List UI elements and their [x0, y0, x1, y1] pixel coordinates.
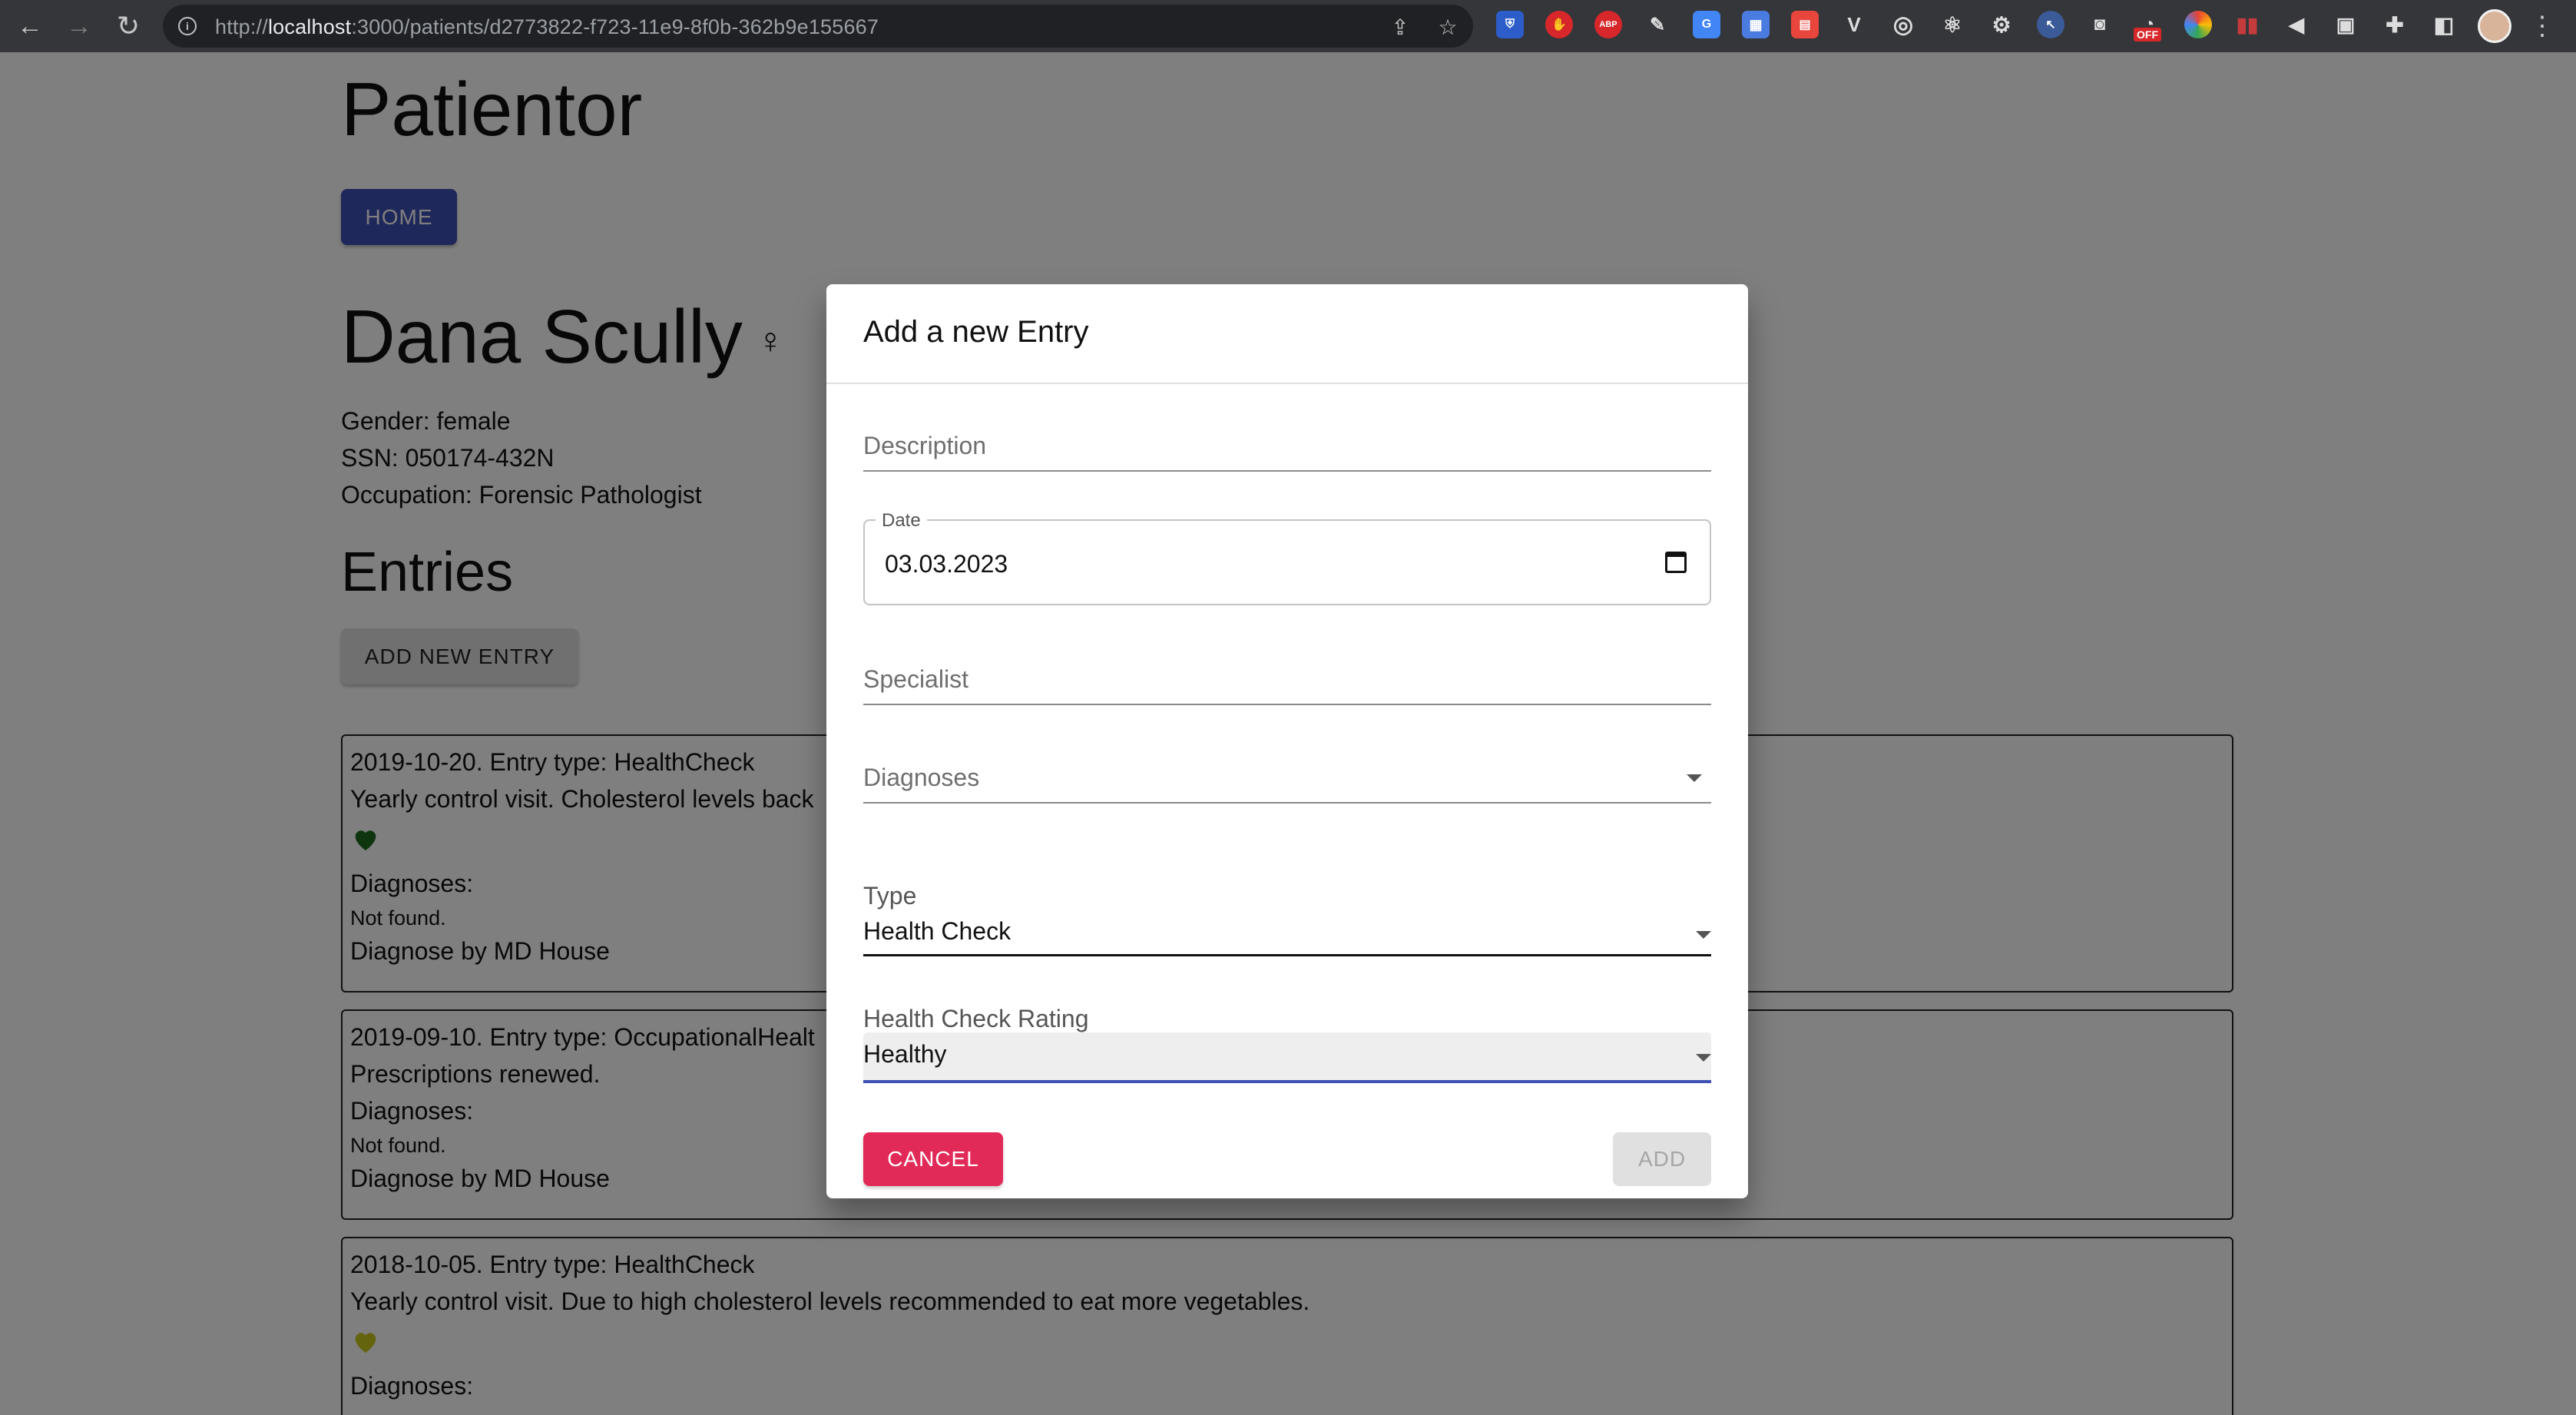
sidepanel-icon[interactable]: ◧ [2430, 11, 2458, 38]
cancel-button[interactable]: CANCEL [863, 1132, 1003, 1186]
rating-underline [863, 1080, 1711, 1083]
type-label: Type [863, 882, 917, 910]
diagnoses-underline [863, 802, 1711, 804]
dialog-title: Add a new Entry [863, 315, 1089, 349]
add-entry-dialog: Add a new Entry Description Date 03.03.2… [826, 284, 1748, 1198]
cursor-icon[interactable]: ↖ [2037, 11, 2064, 38]
forward-arrow-icon[interactable]: → [60, 8, 98, 45]
reload-icon[interactable]: ↻ [109, 8, 147, 45]
description-underline [863, 470, 1711, 472]
rating-dropdown-arrow-icon[interactable] [1696, 1054, 1711, 1062]
description-placeholder: Description [863, 432, 987, 459]
off-badge: OFF [2134, 28, 2161, 41]
type-select-value[interactable]: Health Check [863, 917, 1011, 946]
rating-select[interactable] [863, 1032, 1711, 1082]
browser-toolbar: ← → ↻ i http://localhost:3000/patients/d… [0, 0, 2576, 52]
date-value[interactable]: 03.03.2023 [885, 550, 1008, 578]
back-arrow-icon[interactable]: ← [11, 8, 49, 45]
diagnoses-placeholder: Diagnoses [863, 764, 980, 791]
date-field[interactable]: Date 03.03.2023 [863, 510, 1711, 605]
browser-menu-icon[interactable]: ⋮ [2527, 9, 2558, 43]
share-icon[interactable]: ⇪ [1387, 14, 1413, 40]
dialog-divider [826, 383, 1748, 384]
camera-icon[interactable]: ◙ [2086, 11, 2114, 38]
rating-select-value[interactable]: Healthy [863, 1040, 947, 1069]
adblock-icon[interactable]: ✋ [1545, 11, 1573, 38]
site-info-icon[interactable]: i [178, 17, 197, 35]
color-icon[interactable] [2184, 11, 2212, 38]
puzzle-icon[interactable]: ✚ [2381, 11, 2409, 38]
url-text[interactable]: http://localhost:3000/patients/d2773822-… [215, 15, 879, 39]
react-icon[interactable]: ⚛ [1939, 11, 1966, 38]
diagnoses-select[interactable]: Diagnoses [863, 762, 1711, 805]
volume-icon[interactable]: ◀ [2283, 11, 2310, 38]
clipboard-icon[interactable]: ▤ [1791, 11, 1819, 38]
bitwarden-icon[interactable]: ⛨ [1496, 11, 1524, 38]
pen-icon[interactable]: ✎ [1644, 11, 1671, 38]
specialist-placeholder: Specialist [863, 665, 968, 693]
gear-icon[interactable]: ⚙ [1988, 11, 2015, 38]
type-dropdown-arrow-icon[interactable] [1696, 931, 1711, 939]
rating-label: Health Check Rating [863, 1005, 1089, 1032]
translate-icon[interactable]: G [1693, 11, 1720, 38]
calendar-icon[interactable]: ▦ [1742, 11, 1770, 38]
specialist-underline [863, 704, 1711, 705]
target-icon[interactable]: ◎ [1889, 11, 1917, 38]
date-label: Date [876, 510, 927, 532]
add-button[interactable]: ADD [1613, 1132, 1711, 1186]
vue-icon[interactable]: V [1840, 11, 1868, 38]
audio-wave-icon[interactable]: ▮▮ [2233, 11, 2261, 38]
bookmark-star-icon[interactable]: ☆ [1435, 14, 1461, 40]
calendar-icon[interactable] [1665, 552, 1687, 573]
document-icon[interactable]: ▣ [2332, 11, 2359, 38]
abp-icon[interactable]: ABP [1594, 11, 1622, 38]
description-field[interactable]: Description [863, 430, 1711, 473]
profile-avatar[interactable] [2478, 9, 2511, 43]
diagnoses-dropdown-arrow-icon[interactable] [1687, 774, 1702, 782]
type-underline [863, 954, 1711, 956]
specialist-field[interactable]: Specialist [863, 664, 1711, 707]
address-bar[interactable]: i http://localhost:3000/patients/d277382… [163, 5, 1473, 48]
